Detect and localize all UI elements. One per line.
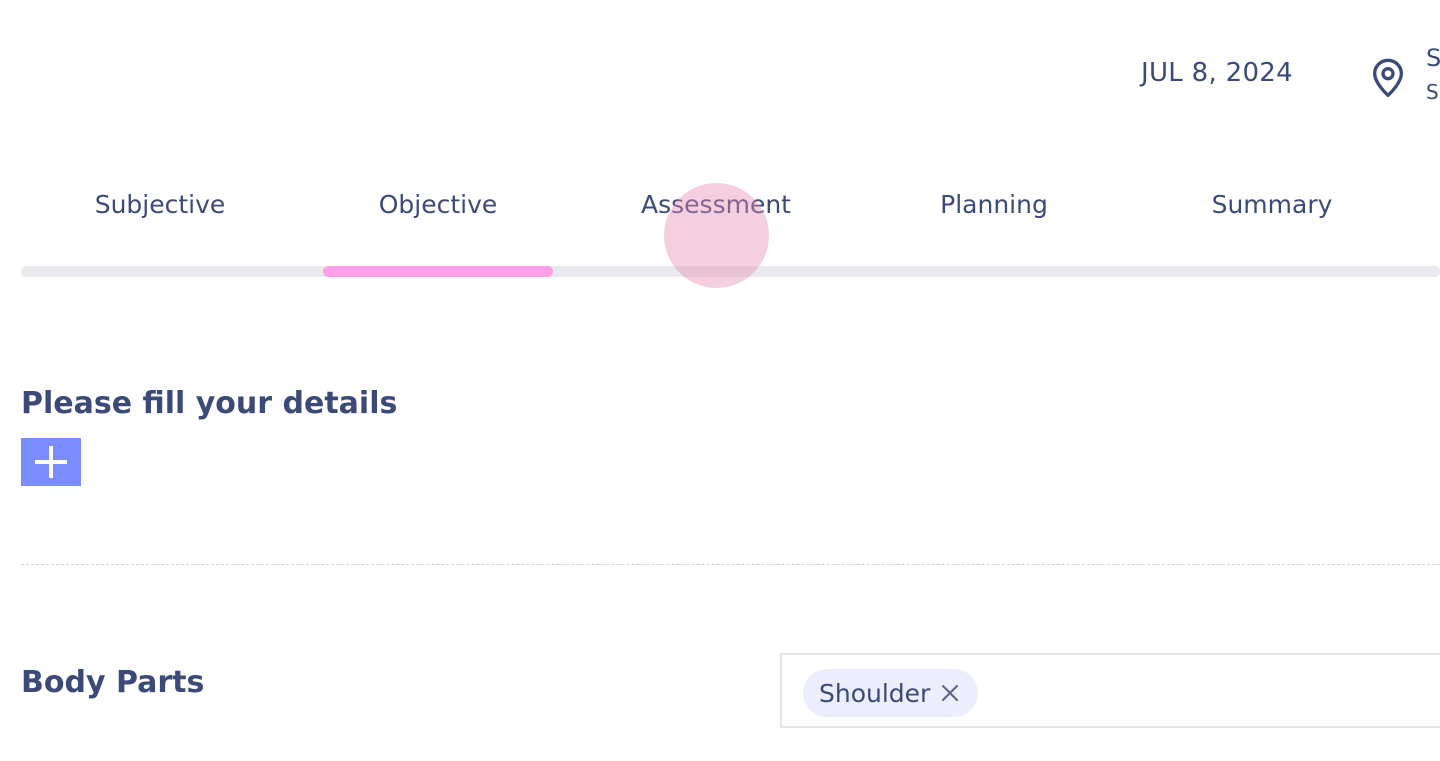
tab-planning[interactable]: Planning <box>879 190 1109 219</box>
plus-icon <box>35 446 67 478</box>
page: JUL 8, 2024 S S Subjective Objective Ass… <box>0 0 1440 761</box>
location-title: S <box>1426 44 1440 72</box>
body-parts-select[interactable]: Shoulder <box>780 653 1440 728</box>
chip-label: Shoulder <box>819 678 931 708</box>
tab-summary[interactable]: Summary <box>1157 190 1387 219</box>
section-divider <box>21 564 1440 565</box>
add-button[interactable] <box>21 438 81 486</box>
body-parts-label: Body Parts <box>21 665 205 700</box>
location-info: S S <box>1426 40 1440 108</box>
tab-objective[interactable]: Objective <box>323 190 553 219</box>
visit-date: JUL 8, 2024 <box>1141 58 1293 88</box>
active-tab-indicator <box>323 266 553 277</box>
section-title: Please fill your details <box>21 386 398 421</box>
map-pin-icon <box>1373 58 1403 97</box>
tab-assessment[interactable]: Assessment <box>601 190 831 219</box>
soap-tabs: Subjective Objective Assessment Planning… <box>21 190 1440 240</box>
close-icon[interactable] <box>940 683 960 703</box>
location-subtitle: S <box>1426 80 1439 104</box>
tab-subjective[interactable]: Subjective <box>45 190 275 219</box>
tab-progress-track <box>21 266 1440 277</box>
selected-chip: Shoulder <box>803 669 979 717</box>
